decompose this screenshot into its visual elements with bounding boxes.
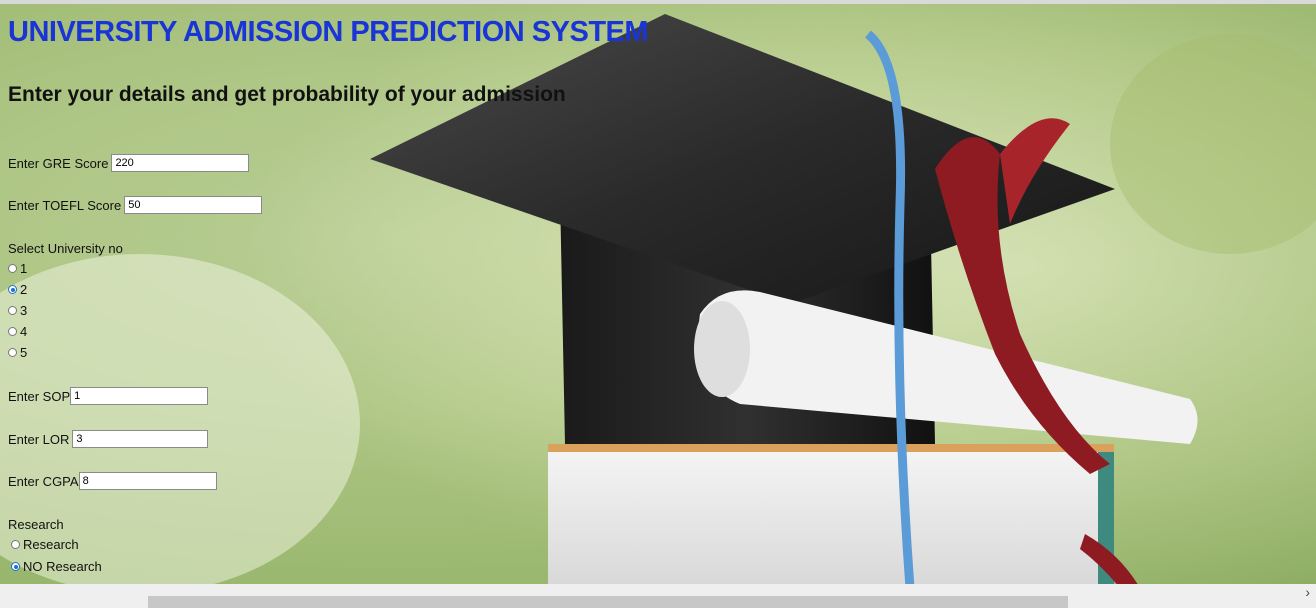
toefl-label: Enter TOEFL Score	[8, 197, 122, 213]
page-viewport: UNIVERSITY ADMISSION PREDICTION SYSTEM E…	[0, 0, 1316, 584]
university-radio-2[interactable]: 2	[8, 282, 27, 297]
research-label: Research	[8, 517, 64, 532]
toefl-field-row: Enter TOEFL Score	[8, 196, 263, 214]
horizontal-scrollbar-thumb[interactable]	[148, 596, 1068, 608]
scroll-right-arrow-icon[interactable]: ›	[1305, 584, 1310, 600]
cgpa-field-row: Enter CGPA	[8, 472, 217, 490]
research-option-label: Research	[23, 537, 79, 552]
radio-button-selected-icon[interactable]	[11, 562, 20, 571]
university-radio-4[interactable]: 4	[8, 324, 27, 339]
university-label: Select University no	[8, 241, 123, 256]
toefl-score-input[interactable]	[124, 196, 263, 214]
gre-score-input[interactable]	[111, 154, 250, 172]
lor-label: Enter LOR	[8, 431, 70, 447]
university-option-label: 4	[20, 324, 28, 339]
university-option-label: 5	[20, 345, 28, 360]
university-option-label: 1	[20, 261, 28, 276]
sop-input[interactable]	[70, 387, 209, 405]
university-option-label: 2	[20, 282, 28, 297]
university-radio-5[interactable]: 5	[8, 345, 27, 360]
cgpa-input[interactable]	[78, 472, 217, 490]
university-option-label: 3	[20, 303, 28, 318]
gre-field-row: Enter GRE Score	[8, 154, 250, 172]
cgpa-label: Enter CGPA	[8, 473, 79, 489]
radio-button-icon[interactable]	[8, 348, 17, 357]
lor-input[interactable]	[72, 430, 209, 448]
radio-button-icon[interactable]	[8, 306, 17, 315]
radio-button-icon[interactable]	[8, 327, 17, 336]
university-radio-3[interactable]: 3	[8, 303, 27, 318]
research-radio-yes[interactable]: Research	[11, 537, 79, 552]
radio-button-icon[interactable]	[8, 264, 17, 273]
radio-button-selected-icon[interactable]	[8, 285, 17, 294]
sop-label: Enter SOP	[8, 388, 71, 404]
gre-label: Enter GRE Score	[8, 155, 109, 171]
page-subtitle: Enter your details and get probability o…	[8, 83, 566, 106]
page-title: UNIVERSITY ADMISSION PREDICTION SYSTEM	[8, 16, 649, 48]
admission-form: UNIVERSITY ADMISSION PREDICTION SYSTEM E…	[0, 4, 700, 584]
research-option-label: NO Research	[23, 559, 102, 574]
lor-field-row: Enter LOR	[8, 430, 209, 448]
radio-button-icon[interactable]	[11, 540, 20, 549]
university-radio-1[interactable]: 1	[8, 261, 27, 276]
research-radio-no[interactable]: NO Research	[11, 559, 102, 574]
sop-field-row: Enter SOP	[8, 387, 209, 405]
